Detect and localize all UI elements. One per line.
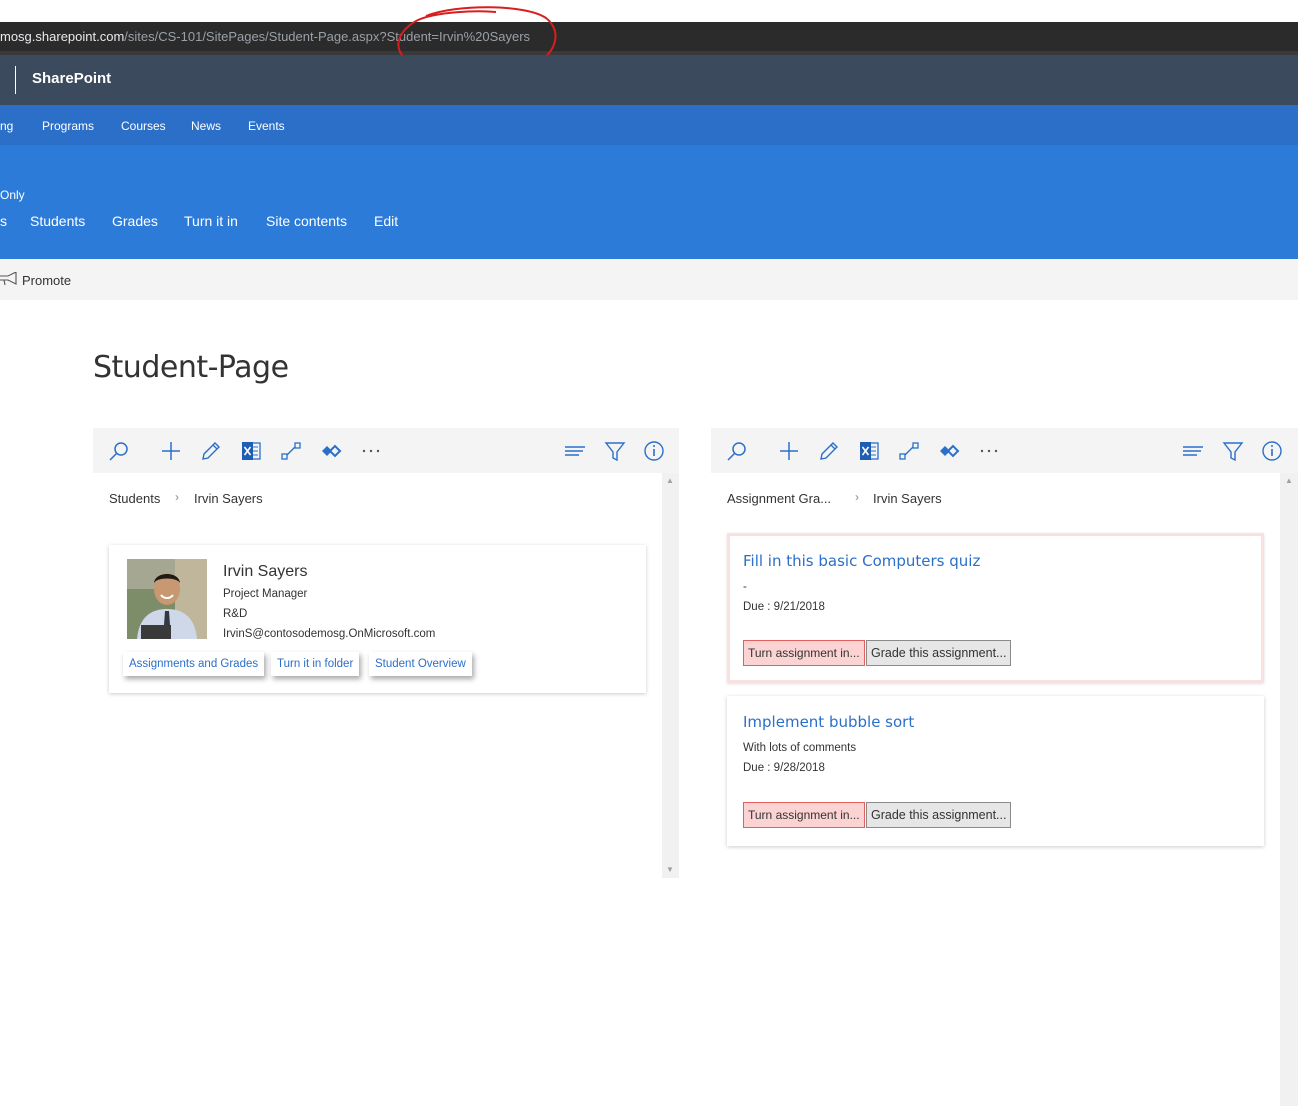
- assignment-description: -: [743, 581, 747, 593]
- url-host: mosg.sharepoint.com: [0, 29, 125, 44]
- edit-icon[interactable]: [817, 439, 841, 463]
- flow-icon[interactable]: [897, 439, 921, 463]
- powerapps-icon[interactable]: [937, 439, 961, 463]
- add-icon[interactable]: [159, 439, 183, 463]
- info-icon[interactable]: [642, 439, 666, 463]
- site-nav-edit[interactable]: Edit: [374, 213, 398, 229]
- webpart-toolbar: [711, 428, 1298, 473]
- student-department: R&D: [223, 608, 248, 620]
- breadcrumb-chevron-icon: ›: [855, 490, 859, 504]
- assignment-description: With lots of comments: [743, 742, 857, 754]
- filter-icon[interactable]: [603, 439, 627, 463]
- site-nav-site-contents[interactable]: Site contents: [266, 213, 347, 229]
- hub-nav-item-programs[interactable]: Programs: [42, 119, 94, 133]
- assignments-webpart: ▲ Assignment Gra... › Irvin Sayers Fill …: [711, 428, 1298, 1106]
- webpart-toolbar: [93, 428, 679, 473]
- hub-nav-item-courses[interactable]: Courses: [121, 119, 166, 133]
- hub-nav-item-truncated[interactable]: ng: [0, 119, 13, 133]
- student-photo: [127, 559, 207, 639]
- assignment-card: Implement bubble sort With lots of comme…: [727, 696, 1264, 846]
- command-bar: Promote: [0, 259, 1298, 300]
- turn-assignment-in-button[interactable]: Turn assignment in...: [743, 802, 865, 828]
- view-icon[interactable]: [1181, 439, 1205, 463]
- breadcrumb-current: Irvin Sayers: [873, 491, 942, 506]
- site-nav-students[interactable]: Students: [30, 213, 85, 229]
- info-icon[interactable]: [1260, 439, 1284, 463]
- excel-icon[interactable]: [857, 439, 881, 463]
- student-job-title: Project Manager: [223, 588, 308, 600]
- breadcrumb-students[interactable]: Students: [109, 491, 160, 506]
- megaphone-icon: [0, 272, 17, 286]
- search-icon[interactable]: [725, 439, 749, 463]
- site-nav-turn-it-in[interactable]: Turn it in: [184, 213, 238, 229]
- breadcrumb-assignment-grades[interactable]: Assignment Gra...: [727, 491, 831, 506]
- students-webpart: ▲ ▼ Students › Irvin Sayers Irvin Sayers…: [93, 428, 679, 878]
- assignment-title-link[interactable]: Fill in this basic Computers quiz: [743, 552, 980, 570]
- vertical-scrollbar[interactable]: ▲: [1280, 473, 1298, 1106]
- page-title: Student-Page: [93, 350, 289, 385]
- site-classification-label: Only: [0, 188, 25, 202]
- assignment-due-date: Due : 9/28/2018: [743, 762, 825, 774]
- search-icon[interactable]: [107, 439, 131, 463]
- powerapps-icon[interactable]: [319, 439, 343, 463]
- site-nav-item-truncated[interactable]: s: [0, 213, 7, 229]
- assignment-card: Fill in this basic Computers quiz - Due …: [727, 533, 1264, 683]
- promote-button[interactable]: Promote: [22, 273, 71, 288]
- turn-assignment-in-button[interactable]: Turn assignment in...: [743, 640, 865, 666]
- breadcrumb-current: Irvin Sayers: [194, 491, 263, 506]
- excel-icon[interactable]: [239, 439, 263, 463]
- vertical-scrollbar[interactable]: ▲ ▼: [662, 473, 679, 878]
- assignment-due-date: Due : 9/21/2018: [743, 601, 825, 613]
- student-overview-link[interactable]: Student Overview: [369, 652, 472, 676]
- student-name: Irvin Sayers: [223, 563, 308, 580]
- hub-navigation: ng Programs Courses News Events: [0, 105, 1298, 145]
- assignment-title-link[interactable]: Implement bubble sort: [743, 713, 914, 731]
- student-email: IrvinS@contosodemosg.OnMicrosoft.com: [223, 628, 436, 640]
- more-icon[interactable]: [359, 439, 383, 463]
- grade-assignment-button[interactable]: Grade this assignment...: [866, 640, 1012, 666]
- hub-nav-item-news[interactable]: News: [191, 119, 221, 133]
- add-icon[interactable]: [777, 439, 801, 463]
- browser-window: mosg.sharepoint.com/sites/CS-101/SitePag…: [0, 0, 1298, 1106]
- assignments-and-grades-link[interactable]: Assignments and Grades: [123, 652, 265, 676]
- view-icon[interactable]: [563, 439, 587, 463]
- breadcrumb-chevron-icon: ›: [175, 490, 179, 504]
- grade-assignment-button[interactable]: Grade this assignment...: [866, 802, 1012, 828]
- hub-nav-item-events[interactable]: Events: [248, 119, 285, 133]
- site-header: Only s Students Grades Turn it in Site c…: [0, 145, 1298, 259]
- suite-bar-divider: [15, 66, 16, 94]
- scroll-up-arrow-icon[interactable]: ▲: [662, 475, 678, 487]
- edit-icon[interactable]: [199, 439, 223, 463]
- more-icon[interactable]: [977, 439, 1001, 463]
- filter-icon[interactable]: [1221, 439, 1245, 463]
- student-card: Irvin Sayers Project Manager R&D IrvinS@…: [109, 545, 646, 693]
- address-bar[interactable]: mosg.sharepoint.com/sites/CS-101/SitePag…: [0, 22, 1298, 51]
- site-nav-grades[interactable]: Grades: [112, 213, 158, 229]
- flow-icon[interactable]: [279, 439, 303, 463]
- scroll-down-arrow-icon[interactable]: ▼: [662, 864, 678, 876]
- suite-bar: SharePoint: [0, 55, 1298, 105]
- browser-top-strip: [0, 0, 1298, 22]
- turn-it-in-folder-link[interactable]: Turn it in folder: [271, 652, 360, 676]
- sharepoint-brand-link[interactable]: SharePoint: [32, 70, 111, 87]
- scroll-up-arrow-icon[interactable]: ▲: [1281, 475, 1297, 487]
